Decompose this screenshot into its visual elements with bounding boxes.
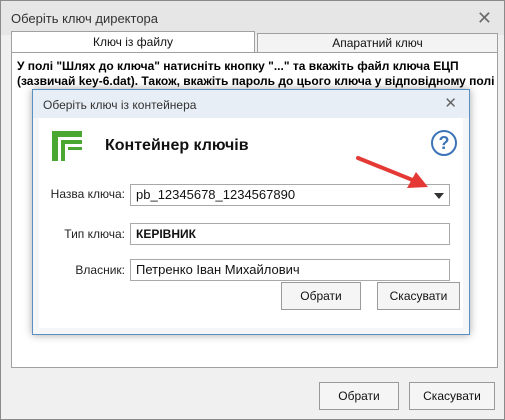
inner-dialog-title: Оберіть ключ із контейнера bbox=[43, 98, 197, 112]
key-name-value: pb_12345678_1234567890 bbox=[136, 187, 296, 202]
tab-bar: Ключ із файлу Апаратний ключ bbox=[11, 31, 498, 53]
tab-hardware-key[interactable]: Апаратний ключ bbox=[257, 33, 498, 53]
inner-cancel-button[interactable]: Скасувати bbox=[377, 282, 460, 310]
inner-dialog: Оберіть ключ із контейнера ✕ Контейнер к… bbox=[32, 89, 470, 335]
inner-dialog-body: Контейнер ключів ? Назва ключа: pb_12345… bbox=[39, 118, 463, 328]
owner-field: Петренко Іван Михайлович bbox=[130, 259, 450, 281]
instruction-line-2: (зазвичай key-6.dat). Також, вкажіть пар… bbox=[17, 74, 495, 88]
close-icon[interactable]: ✕ bbox=[477, 8, 492, 29]
close-icon[interactable]: ✕ bbox=[444, 94, 457, 112]
outer-select-button[interactable]: Обрати bbox=[319, 382, 399, 410]
tab-key-from-file[interactable]: Ключ із файлу bbox=[11, 31, 255, 53]
outer-titlebar: Оберіть ключ директора ✕ bbox=[1, 1, 504, 35]
instruction-line-1: У полі "Шлях до ключа" натисніть кнопку … bbox=[17, 59, 459, 73]
privatbank-logo-icon bbox=[52, 131, 82, 161]
key-type-field: КЕРІВНИК bbox=[130, 223, 450, 245]
outer-cancel-button[interactable]: Скасувати bbox=[409, 382, 495, 410]
container-heading: Контейнер ключів bbox=[105, 137, 249, 154]
key-type-label: Тип ключа: bbox=[64, 227, 125, 241]
key-name-label: Назва ключа: bbox=[50, 187, 125, 201]
inner-select-button[interactable]: Обрати bbox=[281, 282, 361, 310]
key-name-select[interactable]: pb_12345678_1234567890 bbox=[130, 184, 450, 206]
inner-titlebar: Оберіть ключ із контейнера ✕ bbox=[33, 90, 469, 118]
instruction-text: У полі "Шлях до ключа" натисніть кнопку … bbox=[17, 59, 497, 89]
owner-label: Власник: bbox=[75, 263, 125, 277]
outer-dialog-title: Оберіть ключ директора bbox=[11, 11, 159, 26]
help-icon[interactable]: ? bbox=[431, 130, 457, 156]
chevron-down-icon[interactable] bbox=[434, 193, 444, 199]
